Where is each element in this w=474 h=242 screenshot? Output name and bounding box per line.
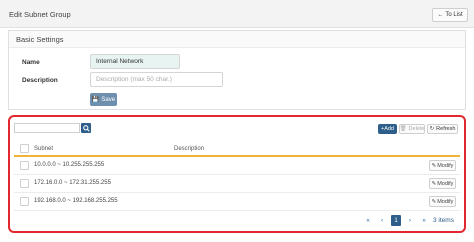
subnet-grid: + Add 🗑 Delete ↻ Refresh Subnet Descript… [8,115,466,233]
refresh-icon: ↻ [429,126,435,132]
save-label: Save [101,96,116,103]
table-row: 192.168.0.0 ~ 192.168.255.255 ✎ Modify [14,193,460,211]
subnet-cell: 192.168.0.0 ~ 192.168.255.255 [34,198,118,204]
modify-button[interactable]: ✎ Modify [429,196,456,207]
row-checkbox[interactable] [20,161,29,170]
save-icon: 💾 [91,97,100,103]
add-button[interactable]: + Add [378,124,397,134]
page-title: Edit Subnet Group [9,10,71,19]
modify-button[interactable]: ✎ Modify [429,160,456,171]
table-row: 172.16.0.0 ~ 172.31.255.255 ✎ Modify [14,175,460,193]
arrow-left-icon: ← [437,12,444,18]
modify-label: Modify [437,162,454,169]
next-page-button[interactable]: › [405,215,415,226]
search-icon [82,124,90,132]
add-label: Add [384,126,394,132]
subnet-cell: 10.0.0.0 ~ 10.255.255.255 [34,162,105,168]
table-header: Subnet Description [14,141,460,157]
pencil-icon: ✎ [431,180,437,187]
description-field[interactable]: Description (max 50 char.) [90,72,223,87]
select-all-checkbox[interactable] [20,144,29,153]
last-page-button[interactable]: » [419,215,429,226]
first-page-button[interactable]: « [363,215,373,226]
description-label: Description [22,77,58,84]
prev-page-button[interactable]: ‹ [377,215,387,226]
page-header: Edit Subnet Group ← To List [0,0,474,28]
save-button[interactable]: 💾 Save [90,93,117,106]
table-row: 10.0.0.0 ~ 10.255.255.255 ✎ Modify [14,157,460,175]
subnet-cell: 172.16.0.0 ~ 172.31.255.255 [34,180,111,186]
delete-label: Delete [408,126,425,132]
to-list-label: To List [445,12,463,18]
row-checkbox[interactable] [20,197,29,206]
basic-settings-panel: Basic Settings Name Internal Network Des… [8,30,466,110]
basic-settings-title: Basic Settings [9,31,465,48]
modify-label: Modify [437,180,454,187]
delete-button[interactable]: 🗑 Delete [399,124,425,134]
to-list-button[interactable]: ← To List [432,8,468,22]
current-page[interactable]: 1 [391,215,401,226]
search-button[interactable] [81,123,91,133]
name-field[interactable]: Internal Network [90,54,180,69]
trash-icon: 🗑 [399,126,407,132]
modify-label: Modify [437,198,454,205]
pencil-icon: ✎ [431,162,437,169]
item-count: 3 items [433,217,454,224]
row-checkbox[interactable] [20,179,29,188]
refresh-label: Refresh [436,126,456,132]
search-input[interactable] [14,123,80,133]
refresh-button[interactable]: ↻ Refresh [427,124,458,134]
column-header-description: Description [174,146,205,152]
modify-button[interactable]: ✎ Modify [429,178,456,189]
name-label: Name [22,59,40,66]
pencil-icon: ✎ [431,198,437,205]
column-header-subnet: Subnet [34,146,54,152]
